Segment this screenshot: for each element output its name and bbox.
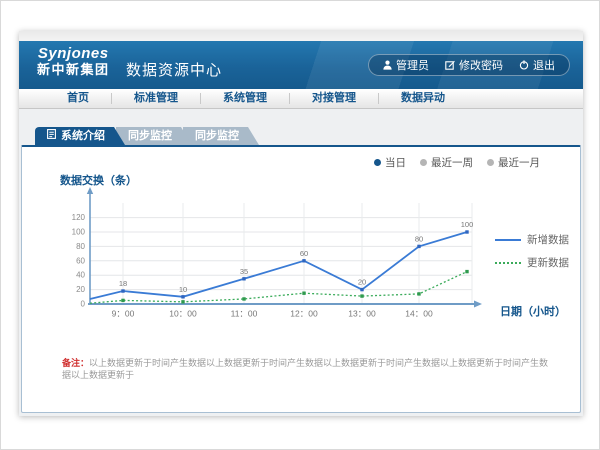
svg-text:100: 100 — [72, 228, 86, 237]
tab-bar: 系统介绍 同步监控 同步监控 — [35, 127, 583, 145]
range-label: 当日 — [385, 155, 406, 170]
range-label: 最近一月 — [498, 155, 540, 170]
svg-text:60: 60 — [76, 256, 85, 265]
svg-text:40: 40 — [76, 271, 85, 280]
svg-text:100: 100 — [461, 220, 474, 229]
page-title: 数据资源中心 — [126, 59, 222, 80]
logout-label: 退出 — [533, 57, 555, 73]
svg-text:11：00: 11：00 — [231, 309, 258, 319]
svg-text:14：00: 14：00 — [405, 309, 433, 319]
tab-sync-monitor-2[interactable]: 同步监控 — [183, 127, 259, 145]
current-user-button[interactable]: 管理员 — [383, 57, 429, 73]
blue-line-sample-icon — [495, 239, 521, 241]
tab-label: 同步监控 — [128, 130, 172, 142]
range-option-last-week[interactable]: 最近一周 — [420, 155, 473, 170]
footer-note-text: 以上数据更新于时间产生数据以上数据更新于时间产生数据以上数据更新于时间产生数据以… — [62, 358, 548, 380]
nav-item-standards[interactable]: 标准管理 — [112, 93, 201, 104]
svg-text:10：00: 10：00 — [169, 309, 197, 319]
tab-sync-monitor-1[interactable]: 同步监控 — [116, 127, 192, 145]
time-range-selector: 当日 最近一周 最近一月 — [374, 155, 540, 170]
content-panel: 当日 最近一周 最近一月 数据交换（条） 0 20 40 60 80 100 120 9：00… — [21, 145, 581, 413]
green-dotted-sample-icon — [495, 262, 521, 264]
change-password-button[interactable]: 修改密码 — [445, 57, 503, 73]
legend-label: 新增数据 — [527, 232, 569, 247]
top-strip — [19, 31, 583, 41]
logout-button[interactable]: 退出 — [519, 57, 555, 73]
change-password-label: 修改密码 — [459, 57, 503, 73]
nav-item-home[interactable]: 首页 — [45, 93, 112, 104]
range-option-today[interactable]: 当日 — [374, 155, 406, 170]
svg-text:20: 20 — [76, 285, 85, 294]
logo-company-name: 新中新集团 — [37, 62, 110, 77]
radio-dot-icon — [487, 159, 494, 166]
svg-text:80: 80 — [76, 242, 85, 251]
app-window: Synjones 新中新集团 数据资源中心 管理员 修改密码 — [0, 0, 600, 450]
range-label: 最近一周 — [431, 155, 473, 170]
series-legend: 新增数据 更新数据 — [495, 232, 569, 270]
page-container: Synjones 新中新集团 数据资源中心 管理员 修改密码 — [19, 31, 583, 416]
tab-label: 系统介绍 — [61, 127, 105, 145]
main-nav: 首页 标准管理 系统管理 对接管理 数据异动 — [19, 89, 583, 109]
y-axis-title: 数据交换（条） — [60, 172, 137, 188]
x-axis-title: 日期（小时） — [500, 303, 566, 319]
edit-icon — [445, 60, 455, 70]
brand-logo: Synjones 新中新集团 — [37, 46, 110, 77]
line-chart: 0 20 40 60 80 100 120 9：00 10：00 11：00 12：00 13：00 1… — [42, 187, 562, 327]
tab-system-intro[interactable]: 系统介绍 — [35, 127, 125, 145]
legend-label: 更新数据 — [527, 255, 569, 270]
legend-item-updated-data: 更新数据 — [495, 255, 569, 270]
user-toolbar: 管理员 修改密码 退出 — [368, 54, 570, 76]
svg-text:10: 10 — [179, 285, 187, 294]
logo-wordmark: Synjones — [37, 46, 110, 62]
svg-text:120: 120 — [72, 213, 86, 222]
svg-text:20: 20 — [358, 278, 366, 287]
svg-text:9：00: 9：00 — [112, 309, 135, 319]
app-header: Synjones 新中新集团 数据资源中心 管理员 修改密码 — [19, 41, 583, 89]
tab-label: 同步监控 — [195, 130, 239, 142]
footer-note-label: 备注： — [62, 358, 89, 368]
range-option-last-month[interactable]: 最近一月 — [487, 155, 540, 170]
svg-text:13：00: 13：00 — [348, 309, 376, 319]
radio-dot-icon — [374, 159, 381, 166]
nav-item-data-changes[interactable]: 数据异动 — [379, 93, 467, 104]
svg-text:12：00: 12：00 — [290, 309, 318, 319]
svg-text:18: 18 — [119, 279, 127, 288]
power-icon — [519, 60, 529, 70]
svg-text:0: 0 — [81, 300, 86, 309]
svg-text:35: 35 — [240, 267, 248, 276]
footer-note: 备注：以上数据更新于时间产生数据以上数据更新于时间产生数据以上数据更新于时间产生… — [62, 357, 552, 381]
radio-dot-icon — [420, 159, 427, 166]
svg-text:60: 60 — [300, 249, 308, 258]
legend-item-new-data: 新增数据 — [495, 232, 569, 247]
user-icon — [383, 60, 392, 70]
form-icon — [47, 127, 56, 145]
svg-text:80: 80 — [415, 234, 423, 243]
nav-item-integration[interactable]: 对接管理 — [290, 93, 379, 104]
nav-item-system[interactable]: 系统管理 — [201, 93, 290, 104]
current-user-label: 管理员 — [396, 57, 429, 73]
